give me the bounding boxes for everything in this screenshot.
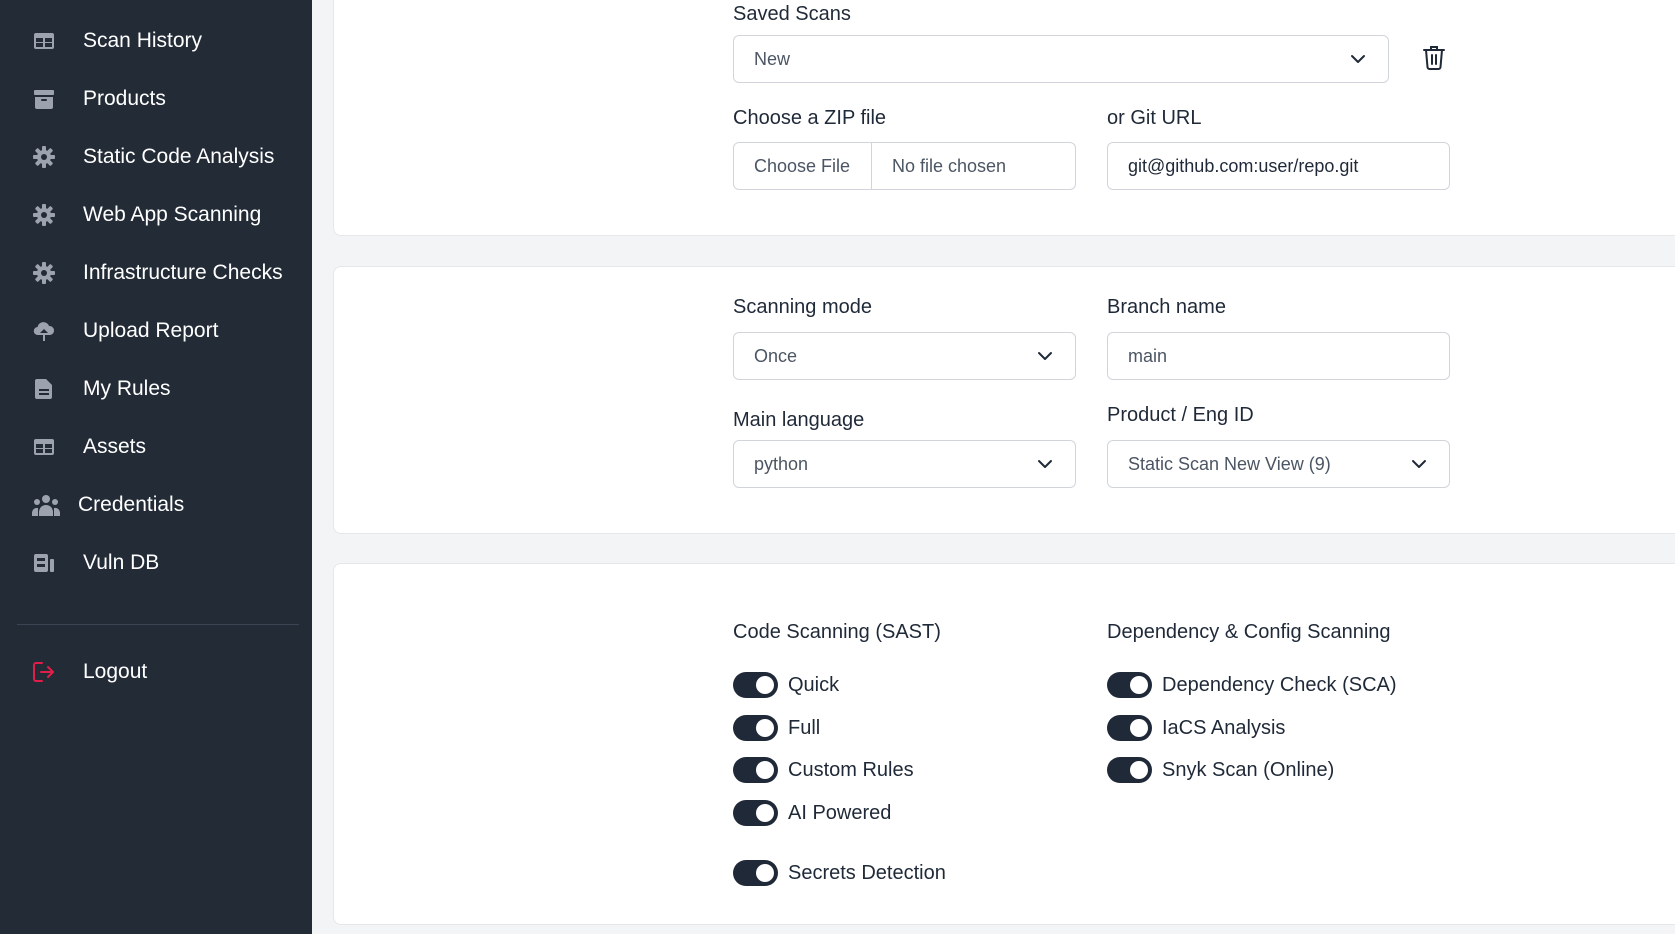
dependency-section-title: Dependency & Config Scanning (1107, 621, 1391, 643)
gear-icon (33, 204, 55, 226)
gear-icon (33, 262, 55, 284)
sidebar-item-label: My Rules (83, 377, 171, 400)
sidebar-item-web-app-scanning[interactable]: Web App Scanning (0, 193, 312, 237)
sast-option-secrets-detection: Secrets Detection (733, 859, 946, 887)
choose-file-button[interactable]: Choose File (734, 143, 872, 189)
chevron-down-icon (1038, 460, 1052, 468)
file-name-text: No file chosen (892, 155, 1007, 176)
git-url-input[interactable]: git@github.com:user/repo.git (1107, 142, 1450, 190)
sidebar-item-label: Upload Report (83, 319, 219, 342)
branch-name-value: main (1128, 345, 1168, 366)
table-icon (33, 30, 55, 52)
main-language-value: python (754, 453, 809, 474)
dep-option-snyk-scan: Snyk Scan (Online) (1107, 756, 1334, 784)
sidebar-item-label: Static Code Analysis (83, 145, 275, 168)
toggle-label: Full (788, 716, 821, 739)
sidebar-item-label: Credentials (78, 493, 185, 516)
sidebar-item-upload-report[interactable]: Upload Report (0, 309, 312, 353)
sidebar-item-label: Infrastructure Checks (83, 261, 283, 284)
table-icon (33, 436, 55, 458)
logout-label: Logout (83, 660, 148, 683)
snyk-scan-toggle[interactable] (1107, 757, 1152, 783)
toggle-label: AI Powered (788, 801, 892, 824)
gear-icon (33, 146, 55, 168)
branch-name-label: Branch name (1107, 296, 1226, 318)
scanning-mode-label: Scanning mode (733, 296, 872, 318)
sidebar-item-products[interactable]: Products (0, 77, 312, 121)
scanning-mode-value: Once (754, 345, 798, 366)
sidebar-item-static-code-analysis[interactable]: Static Code Analysis (0, 135, 312, 179)
users-icon (32, 494, 60, 516)
sidebar-item-infrastructure-checks[interactable]: Infrastructure Checks (0, 251, 312, 295)
sast-option-custom-rules: Custom Rules (733, 756, 914, 784)
sidebar-item-my-rules[interactable]: My Rules (0, 367, 312, 411)
quick-toggle[interactable] (733, 672, 778, 698)
dep-option-dependency-check: Dependency Check (SCA) (1107, 671, 1397, 699)
database-icon (33, 552, 55, 574)
toggle-label: Custom Rules (788, 758, 914, 781)
full-toggle[interactable] (733, 715, 778, 741)
sidebar-item-assets[interactable]: Assets (0, 425, 312, 469)
sidebar-item-label: Web App Scanning (83, 203, 262, 226)
toggle-label: Secrets Detection (788, 861, 946, 884)
main-language-label: Main language (733, 409, 865, 431)
main-language-select[interactable]: python (733, 440, 1076, 488)
saved-scans-label: Saved Scans (733, 3, 851, 25)
zip-file-label: Choose a ZIP file (733, 107, 887, 129)
ai-powered-toggle[interactable] (733, 800, 778, 826)
toggle-label: Dependency Check (SCA) (1162, 673, 1397, 696)
logout-icon (33, 661, 55, 683)
options-card: Code Scanning (SAST) Quick Full Custom R… (333, 563, 1675, 925)
product-eng-id-value: Static Scan New View (9) (1128, 453, 1331, 474)
dependency-check-toggle[interactable] (1107, 672, 1152, 698)
git-url-label: or Git URL (1107, 107, 1202, 129)
sidebar: Scan History Products Static Code Analys… (0, 0, 312, 934)
secrets-detection-toggle[interactable] (733, 860, 778, 886)
delete-saved-scan-button[interactable] (1422, 44, 1446, 70)
logout-button[interactable]: Logout (0, 650, 312, 694)
sast-section-title: Code Scanning (SAST) (733, 621, 941, 643)
chevron-down-icon (1351, 55, 1365, 63)
product-eng-id-label: Product / Eng ID (1107, 404, 1254, 426)
sast-option-ai-powered: AI Powered (733, 799, 891, 827)
custom-rules-toggle[interactable] (733, 757, 778, 783)
sidebar-item-label: Vuln DB (83, 551, 160, 574)
source-card: Saved Scans New Choose a ZIP file Choose… (333, 0, 1675, 236)
sidebar-item-label: Products (83, 87, 166, 110)
chevron-down-icon (1412, 460, 1426, 468)
sidebar-item-scan-history[interactable]: Scan History (0, 19, 312, 63)
sidebar-divider (17, 624, 299, 625)
sidebar-item-label: Scan History (83, 29, 203, 52)
sast-option-quick: Quick (733, 671, 839, 699)
cloud-upload-icon (33, 320, 55, 342)
saved-scans-select[interactable]: New (733, 35, 1389, 83)
product-eng-id-select[interactable]: Static Scan New View (9) (1107, 440, 1450, 488)
iacs-analysis-toggle[interactable] (1107, 715, 1152, 741)
dep-option-iacs-analysis: IaCS Analysis (1107, 714, 1285, 742)
sidebar-item-credentials[interactable]: Credentials (0, 483, 312, 527)
scanning-mode-select[interactable]: Once (733, 332, 1076, 380)
toggle-label: Snyk Scan (Online) (1162, 758, 1335, 781)
sidebar-item-label: Assets (83, 435, 147, 458)
sast-option-full: Full (733, 714, 820, 742)
chevron-down-icon (1038, 352, 1052, 360)
zip-file-input[interactable]: Choose File No file chosen (733, 142, 1076, 190)
trash-icon (1423, 46, 1445, 70)
branch-name-input[interactable]: main (1107, 332, 1450, 380)
toggle-label: IaCS Analysis (1162, 716, 1286, 739)
git-url-value: git@github.com:user/repo.git (1128, 155, 1359, 176)
saved-scans-value: New (754, 48, 791, 69)
sidebar-item-vuln-db[interactable]: Vuln DB (0, 541, 312, 585)
archive-icon (33, 88, 55, 110)
toggle-label: Quick (788, 673, 840, 696)
settings-card: Scanning mode Once Branch name main Main… (333, 266, 1675, 534)
file-icon (33, 378, 55, 400)
